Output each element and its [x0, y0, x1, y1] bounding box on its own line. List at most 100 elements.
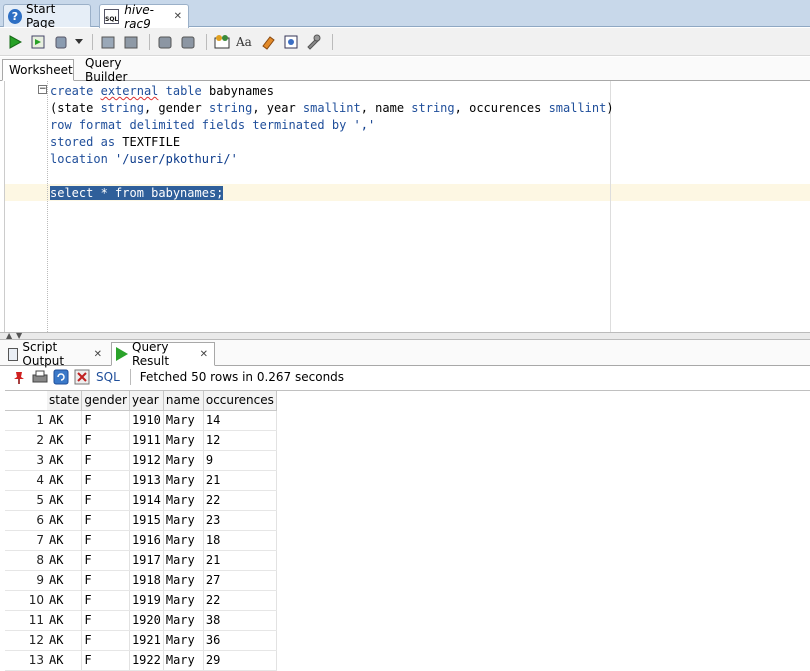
autotrace-dropdown[interactable] [74, 32, 84, 52]
cell-state[interactable]: AK [47, 510, 83, 531]
cell-occurences[interactable]: 9 [203, 450, 277, 471]
cell-year[interactable]: 1920 [129, 610, 164, 631]
autotrace-button[interactable] [51, 32, 71, 52]
cell-state[interactable]: AK [47, 450, 83, 471]
sql-editor[interactable]: − create external table babynames (state … [4, 81, 810, 332]
cell-gender[interactable]: F [81, 610, 130, 631]
close-icon[interactable]: ✕ [94, 349, 102, 360]
cell-year[interactable]: 1919 [129, 590, 164, 611]
cell-year[interactable]: 1918 [129, 570, 164, 591]
table-row[interactable]: 2 AK F 1911 Mary 12 [5, 430, 277, 451]
cell-occurences[interactable]: 23 [203, 510, 277, 531]
tab-hive-rac9[interactable]: SQL hive-rac9 ✕ [99, 3, 189, 31]
cancel-query-button[interactable] [73, 368, 91, 386]
cell-state[interactable]: AK [47, 530, 83, 551]
cell-gender[interactable]: F [81, 530, 130, 551]
code-line[interactable]: row format delimited fields terminated b… [50, 117, 614, 134]
cell-year[interactable]: 1922 [129, 650, 164, 671]
cell-name[interactable]: Mary [163, 450, 204, 471]
run-statement-button[interactable] [5, 32, 25, 52]
refresh-button[interactable] [52, 368, 70, 386]
cell-name[interactable]: Mary [163, 570, 204, 591]
cell-gender[interactable]: F [81, 510, 130, 531]
code-line[interactable]: stored as TEXTFILE [50, 134, 614, 151]
column-header-year[interactable]: year [129, 391, 164, 411]
table-row[interactable]: 12 AK F 1921 Mary 36 [5, 630, 277, 651]
cell-state[interactable]: AK [47, 430, 83, 451]
cell-name[interactable]: Mary [163, 630, 204, 651]
cell-name[interactable]: Mary [163, 470, 204, 491]
panel-splitter[interactable]: ▲ ▼ [0, 331, 810, 340]
cell-year[interactable]: 1921 [129, 630, 164, 651]
table-row[interactable]: 11 AK F 1920 Mary 38 [5, 610, 277, 631]
cell-gender[interactable]: F [81, 410, 130, 431]
cell-year[interactable]: 1916 [129, 530, 164, 551]
cell-state[interactable]: AK [47, 410, 83, 431]
cell-name[interactable]: Mary [163, 590, 204, 611]
close-icon[interactable]: ✕ [174, 11, 182, 22]
cell-gender[interactable]: F [81, 590, 130, 611]
collapse-up-icon[interactable]: ▲ [6, 331, 12, 340]
cell-name[interactable]: Mary [163, 650, 204, 671]
table-row[interactable]: 8 AK F 1917 Mary 21 [5, 550, 277, 571]
code-line[interactable]: create external table babynames [50, 83, 614, 100]
clear-button[interactable] [258, 32, 278, 52]
result-grid[interactable]: state gender year name occurences 1 AK F 1910 Ma… [5, 390, 810, 671]
cell-year[interactable]: 1910 [129, 410, 164, 431]
freeze-result-button[interactable] [10, 368, 28, 386]
cell-gender[interactable]: F [81, 470, 130, 491]
cell-occurences[interactable]: 29 [203, 650, 277, 671]
cell-occurences[interactable]: 27 [203, 570, 277, 591]
cell-name[interactable]: Mary [163, 490, 204, 511]
cell-occurences[interactable]: 12 [203, 430, 277, 451]
tab-query-builder[interactable]: Query Builder [79, 56, 169, 84]
column-header-name[interactable]: name [163, 391, 204, 411]
cell-gender[interactable]: F [81, 630, 130, 651]
table-row[interactable]: 3 AK F 1912 Mary 9 [5, 450, 277, 471]
cell-occurences[interactable]: 38 [203, 610, 277, 631]
cell-state[interactable]: AK [47, 590, 83, 611]
table-row[interactable]: 6 AK F 1915 Mary 23 [5, 510, 277, 531]
table-row[interactable]: 10 AK F 1919 Mary 22 [5, 590, 277, 611]
table-row[interactable]: 5 AK F 1914 Mary 22 [5, 490, 277, 511]
cell-year[interactable]: 1915 [129, 510, 164, 531]
cell-occurences[interactable]: 18 [203, 530, 277, 551]
cell-occurences[interactable]: 22 [203, 490, 277, 511]
collapse-down-icon[interactable]: ▼ [16, 331, 22, 340]
cell-gender[interactable]: F [81, 430, 130, 451]
table-row[interactable]: 1 AK F 1910 Mary 14 [5, 410, 277, 431]
cell-gender[interactable]: F [81, 570, 130, 591]
cell-name[interactable]: Mary [163, 610, 204, 631]
run-script-button[interactable] [28, 32, 48, 52]
cell-state[interactable]: AK [47, 470, 83, 491]
column-header-gender[interactable]: gender [81, 391, 130, 411]
cell-gender[interactable]: F [81, 490, 130, 511]
table-row[interactable]: 7 AK F 1916 Mary 18 [5, 530, 277, 551]
cell-state[interactable]: AK [47, 650, 83, 671]
sql-history-button[interactable] [178, 32, 198, 52]
cell-gender[interactable]: F [81, 550, 130, 571]
cell-gender[interactable]: F [81, 650, 130, 671]
sql-code[interactable]: create external table babynames (state st… [50, 83, 614, 202]
tab-query-result[interactable]: Query Result ✕ [111, 340, 215, 368]
cell-occurences[interactable]: 21 [203, 470, 277, 491]
sql-link[interactable]: SQL [96, 370, 120, 384]
cell-name[interactable]: Mary [163, 510, 204, 531]
cell-state[interactable]: AK [47, 490, 83, 511]
explain-plan-button[interactable] [281, 32, 301, 52]
cell-name[interactable]: Mary [163, 550, 204, 571]
cell-year[interactable]: 1911 [129, 430, 164, 451]
table-row[interactable]: 9 AK F 1918 Mary 27 [5, 570, 277, 591]
cell-occurences[interactable]: 36 [203, 630, 277, 651]
code-line[interactable] [50, 168, 614, 185]
unshared-sql-button[interactable] [155, 32, 175, 52]
rollback-button[interactable] [121, 32, 141, 52]
cell-year[interactable]: 1913 [129, 470, 164, 491]
cell-occurences[interactable]: 21 [203, 550, 277, 571]
cell-occurences[interactable]: 14 [203, 410, 277, 431]
code-line[interactable]: (state string, gender string, year small… [50, 100, 614, 117]
tab-start-page[interactable]: ? Start Page [3, 2, 91, 30]
close-icon[interactable]: ✕ [200, 349, 208, 360]
sql-tuning-button[interactable] [212, 32, 232, 52]
cell-name[interactable]: Mary [163, 430, 204, 451]
